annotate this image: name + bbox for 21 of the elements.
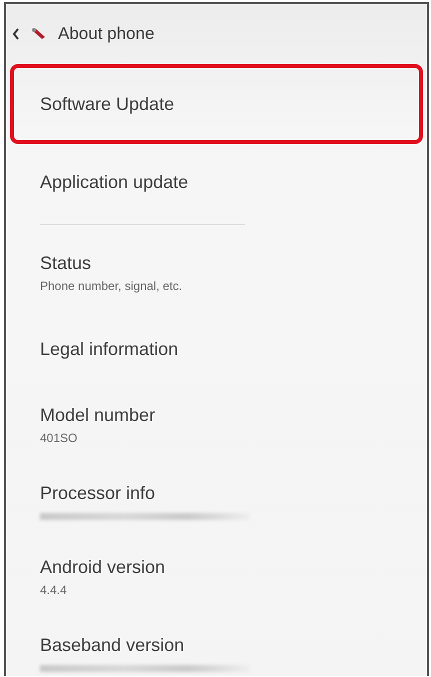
menu-item[interactable]: Android version 4.4.4: [10, 539, 423, 615]
menu-item[interactable]: Legal information: [10, 311, 423, 387]
item-summary: 4.4.4: [40, 583, 68, 597]
item-title: Software Update: [40, 94, 176, 114]
menu-item[interactable]: Model number 401SO: [10, 387, 423, 463]
menu-item[interactable]: Status Phone number, signal, etc.: [10, 235, 423, 311]
menu-item[interactable]: Application update: [10, 144, 423, 220]
item-summary: Phone number, signal, etc.: [40, 279, 184, 293]
item-title: Status: [40, 253, 92, 274]
menu-item[interactable]: Processor info: [10, 463, 423, 539]
item-title: Baseband version: [40, 634, 186, 656]
item-title: Legal information: [40, 338, 180, 360]
item-title: Model number: [40, 405, 156, 426]
item-title: Processor info: [40, 482, 156, 504]
back-icon[interactable]: [12, 28, 20, 40]
menu-item[interactable]: Baseband version: [10, 615, 423, 676]
item-title: Application update: [40, 172, 190, 192]
screen-title: About phone: [58, 24, 154, 44]
item-title: Android version: [40, 557, 166, 578]
highlighted-menu-item[interactable]: Software Update: [10, 64, 423, 144]
item-summary: 401SO: [40, 431, 78, 445]
